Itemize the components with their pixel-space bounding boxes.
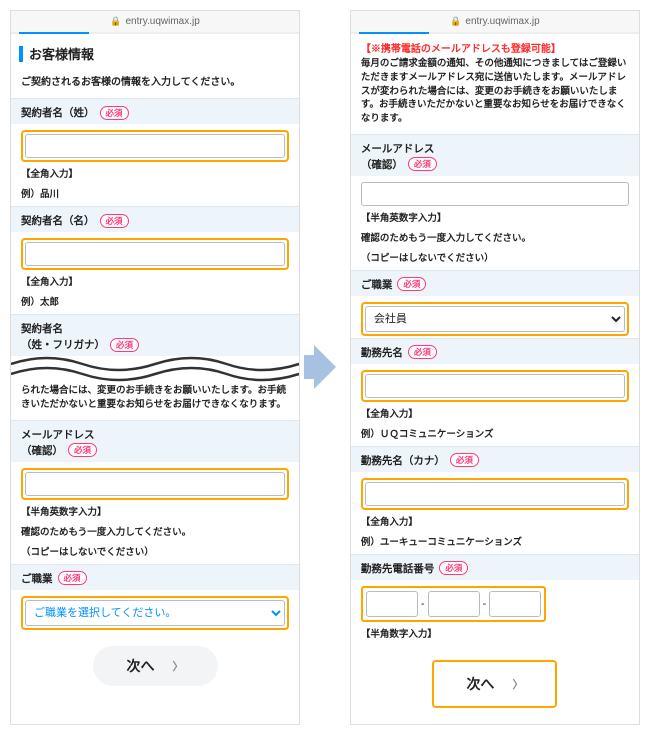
workplace-input[interactable] [365,374,625,398]
field-workplace-kana: 勤務先名（カナ）必須 [351,446,639,472]
wave-cut [11,356,299,384]
required-badge: 必須 [58,571,87,585]
required-badge: 必須 [100,106,129,120]
hint: 確認のためもう一度入力してください。 [11,524,299,544]
hint: 例）ＵＱコミュニケーションズ [351,426,639,446]
chevron-right-icon: 〉 [512,676,523,692]
field-workplace: 勤務先名必須 [351,338,639,364]
tel-highlight: -- [361,586,546,622]
hint: （コピーはしないでください） [351,250,639,270]
field-occupation: ご職業必須 [351,270,639,296]
hint: 確認のためもう一度入力してください。 [351,230,639,250]
required-badge: 必須 [439,561,468,575]
field-email-confirm: メールアドレス（確認）必須 [11,420,299,462]
left-screen: 🔒 entry.uqwimax.jp お客様情報 ご契約されるお客様の情報を入力し… [10,10,300,725]
field-lastname: 契約者名（姓）必須 [11,98,299,124]
hint: 【半角英数字入力】 [11,502,299,524]
hint: 【半角数字入力】 [351,624,639,646]
next-button[interactable]: 次へ〉 [93,646,218,686]
lock-icon: 🔒 [110,16,121,27]
required-badge: 必須 [408,157,437,171]
url-text: entry.uqwimax.jp [465,16,539,27]
page-title: お客様情報 [11,34,299,69]
intro-text: ご契約されるお客様の情報を入力してください。 [11,69,299,98]
hint: 【半角英数字入力】 [351,208,639,230]
chevron-right-icon: 〉 [173,658,184,674]
required-badge: 必須 [397,277,426,291]
hint: （コピーはしないでください） [11,544,299,564]
workplace-kana-input[interactable] [365,482,625,506]
url-text: entry.uqwimax.jp [126,16,200,27]
flow-arrow-icon [310,345,340,389]
tel-part-2[interactable] [428,591,480,617]
next-wrap: 次へ〉 [11,632,299,702]
notice-red: 【※携帯電話のメールアドレスも登録可能】 [351,34,639,57]
required-badge: 必須 [68,443,97,457]
notice-para: 毎月のご請求金額の通知、その他通知につきましてはご登録いただきますメールアドレス… [351,57,639,134]
lock-icon: 🔒 [450,16,461,27]
next-button[interactable]: 次へ〉 [436,664,553,704]
field-work-tel: 勤務先電話番号必須 [351,554,639,580]
lastname-input[interactable] [25,134,285,158]
right-screen: 🔒 entry.uqwimax.jp 【※携帯電話のメールアドレスも登録可能】 毎… [350,10,640,725]
url-bar: 🔒 entry.uqwimax.jp [351,11,639,32]
hint: 【全角入力】 [351,404,639,426]
email-confirm-input[interactable] [25,472,285,496]
hint: 【全角入力】 [11,272,299,294]
url-bar: 🔒 entry.uqwimax.jp [11,11,299,32]
field-occupation: ご職業必須 [11,564,299,590]
required-badge: 必須 [110,338,139,352]
required-badge: 必須 [450,453,479,467]
required-badge: 必須 [408,345,437,359]
tel-part-1[interactable] [366,591,418,617]
email-confirm-input[interactable] [361,182,629,206]
tel-part-3[interactable] [489,591,541,617]
hint: 例）ユーキューコミュニケーションズ [351,534,639,554]
occupation-select[interactable]: ご職業を選択してください。 [25,600,285,626]
required-badge: 必須 [100,214,129,228]
warning-text: られた場合には、変更のお手続きをお願いいたします。お手続きいただかないと重要なお… [11,384,299,420]
next-wrap: 次へ〉 [351,646,639,724]
hint: 【全角入力】 [11,164,299,186]
occupation-select[interactable]: 会社員 [365,306,625,332]
hint: 例）品川 [11,186,299,206]
firstname-input[interactable] [25,242,285,266]
field-furigana: 契約者名（姓・フリガナ）必須 [11,314,299,356]
hint: 例）太郎 [11,294,299,314]
field-email-confirm: メールアドレス（確認）必須 [351,134,639,176]
field-firstname: 契約者名（名）必須 [11,206,299,232]
hint: 【全角入力】 [351,512,639,534]
